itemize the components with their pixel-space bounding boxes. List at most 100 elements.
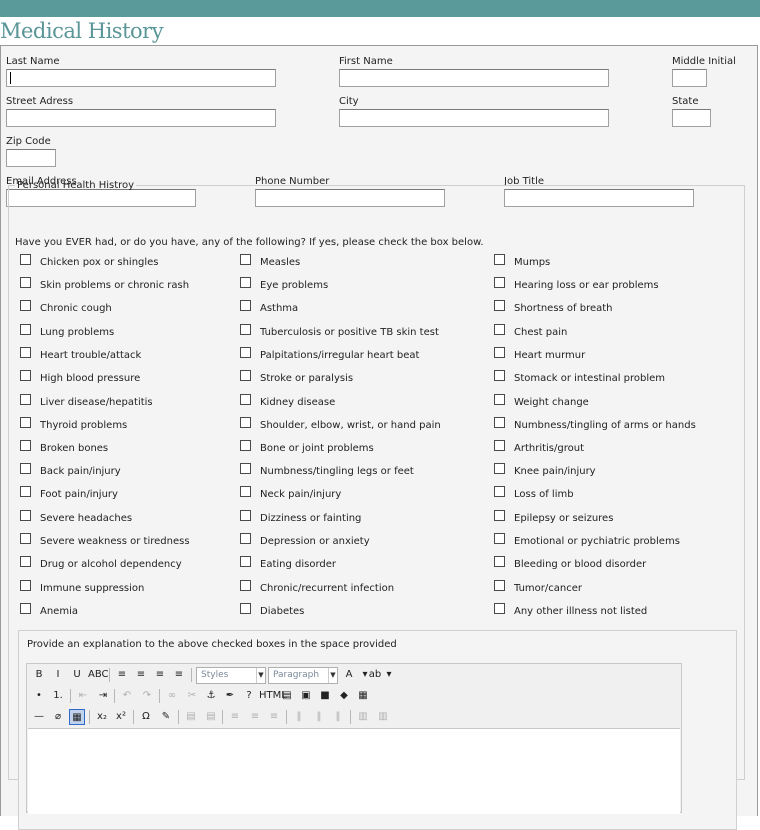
subscript-icon[interactable]: x₂ (94, 709, 110, 725)
condition-checkbox[interactable] (240, 580, 251, 591)
bold-icon[interactable]: B (31, 667, 47, 683)
align-left-icon[interactable]: ≡ (114, 667, 130, 683)
superscript-icon[interactable]: x² (113, 709, 129, 725)
insert-row-before-icon[interactable]: ≡ (227, 709, 243, 725)
numbered-list-icon[interactable]: 1. (50, 688, 66, 704)
insert-image-icon[interactable]: ■ (317, 688, 333, 704)
row-props-icon[interactable]: ▤ (183, 709, 199, 725)
condition-checkbox[interactable] (240, 603, 251, 614)
insert-col-after-icon[interactable]: ‖ (311, 709, 327, 725)
condition-checkbox[interactable] (494, 510, 505, 521)
condition-checkbox[interactable] (240, 533, 251, 544)
condition-checkbox[interactable] (240, 324, 251, 335)
italic-icon[interactable]: I (50, 667, 66, 683)
delete-col-icon[interactable]: ‖ (330, 709, 346, 725)
styles-dropdown[interactable]: Styles ▼ (196, 667, 266, 684)
condition-checkbox[interactable] (240, 394, 251, 405)
condition-checkbox[interactable] (20, 556, 31, 567)
text-color-icon[interactable]: A (341, 667, 357, 683)
condition-checkbox[interactable] (20, 254, 31, 265)
state-field[interactable] (672, 109, 711, 127)
special-character-icon[interactable]: Ω (138, 709, 154, 725)
anchor-icon[interactable]: ⚓ (203, 688, 219, 704)
undo-icon[interactable]: ↶ (119, 688, 135, 704)
edit-source-icon[interactable]: ✎ (158, 709, 174, 725)
condition-checkbox[interactable] (240, 417, 251, 428)
condition-checkbox[interactable] (20, 277, 31, 288)
cleanup-icon[interactable]: ✒ (222, 688, 238, 704)
condition-checkbox[interactable] (240, 556, 251, 567)
condition-checkbox[interactable] (240, 277, 251, 288)
remove-format-icon[interactable]: ⌀ (50, 709, 66, 725)
condition-checkbox[interactable] (494, 486, 505, 497)
condition-checkbox[interactable] (494, 370, 505, 381)
align-center-icon[interactable]: ≡ (133, 667, 149, 683)
delete-row-icon[interactable]: ≡ (266, 709, 282, 725)
bullet-list-icon[interactable]: • (31, 688, 47, 704)
condition-checkbox[interactable] (20, 603, 31, 614)
city-field[interactable] (339, 109, 609, 127)
indent-icon[interactable]: ⇥ (95, 688, 111, 704)
insert-col-before-icon[interactable]: ‖ (291, 709, 307, 725)
middle-initial-field[interactable] (672, 69, 707, 87)
condition-checkbox[interactable] (20, 533, 31, 544)
street-field[interactable] (6, 109, 276, 127)
condition-checkbox[interactable] (494, 324, 505, 335)
outdent-icon[interactable]: ⇤ (75, 688, 91, 704)
condition-checkbox[interactable] (20, 300, 31, 311)
paste-word-icon[interactable]: ▣ (298, 688, 314, 704)
condition-checkbox[interactable] (494, 580, 505, 591)
condition-checkbox[interactable] (494, 254, 505, 265)
paste-text-icon[interactable]: ▤ (279, 688, 295, 704)
condition-checkbox[interactable] (240, 254, 251, 265)
condition-checkbox[interactable] (494, 556, 505, 567)
last-name-field[interactable] (6, 69, 276, 87)
insert-table-icon[interactable]: ▦ (355, 688, 371, 704)
condition-checkbox[interactable] (494, 394, 505, 405)
first-name-field[interactable] (339, 69, 609, 87)
condition-checkbox[interactable] (240, 370, 251, 381)
condition-checkbox[interactable] (20, 324, 31, 335)
strikethrough-icon[interactable]: ABC (88, 667, 109, 683)
condition-checkbox[interactable] (494, 417, 505, 428)
condition-checkbox[interactable] (494, 603, 505, 614)
condition-checkbox[interactable] (20, 417, 31, 428)
condition-checkbox[interactable] (240, 486, 251, 497)
condition-checkbox[interactable] (494, 463, 505, 474)
condition-checkbox[interactable] (240, 300, 251, 311)
background-color-menu-icon[interactable]: ▾ (381, 667, 397, 683)
split-cells-icon[interactable]: ▥ (355, 709, 371, 725)
condition-checkbox[interactable] (20, 440, 31, 451)
underline-icon[interactable]: U (69, 667, 85, 683)
condition-checkbox[interactable] (240, 463, 251, 474)
condition-checkbox[interactable] (20, 463, 31, 474)
merge-cells-icon[interactable]: ▥ (375, 709, 391, 725)
condition-checkbox[interactable] (20, 394, 31, 405)
condition-checkbox[interactable] (20, 486, 31, 497)
help-icon[interactable]: ? (241, 688, 257, 704)
condition-checkbox[interactable] (20, 510, 31, 521)
insert-media-icon[interactable]: ◆ (336, 688, 352, 704)
insert-row-after-icon[interactable]: ≡ (247, 709, 263, 725)
condition-checkbox[interactable] (494, 347, 505, 358)
condition-checkbox[interactable] (494, 300, 505, 311)
condition-checkbox[interactable] (240, 440, 251, 451)
condition-checkbox[interactable] (494, 533, 505, 544)
condition-checkbox[interactable] (240, 510, 251, 521)
condition-checkbox[interactable] (494, 277, 505, 288)
condition-checkbox[interactable] (20, 347, 31, 358)
redo-icon[interactable]: ↷ (139, 688, 155, 704)
format-dropdown[interactable]: Paragraph ▼ (268, 667, 338, 684)
horizontal-rule-icon[interactable]: — (31, 709, 47, 725)
condition-checkbox[interactable] (240, 347, 251, 358)
unlink-icon[interactable]: ✂ (184, 688, 200, 704)
link-icon[interactable]: ∞ (164, 688, 180, 704)
align-right-icon[interactable]: ≡ (152, 667, 168, 683)
explanation-textarea[interactable] (28, 728, 680, 814)
html-icon[interactable]: HTML (259, 688, 287, 704)
condition-checkbox[interactable] (20, 370, 31, 381)
visual-aid-icon[interactable]: ▦ (69, 709, 85, 725)
condition-checkbox[interactable] (494, 440, 505, 451)
condition-checkbox[interactable] (20, 580, 31, 591)
zip-field[interactable] (6, 149, 56, 167)
